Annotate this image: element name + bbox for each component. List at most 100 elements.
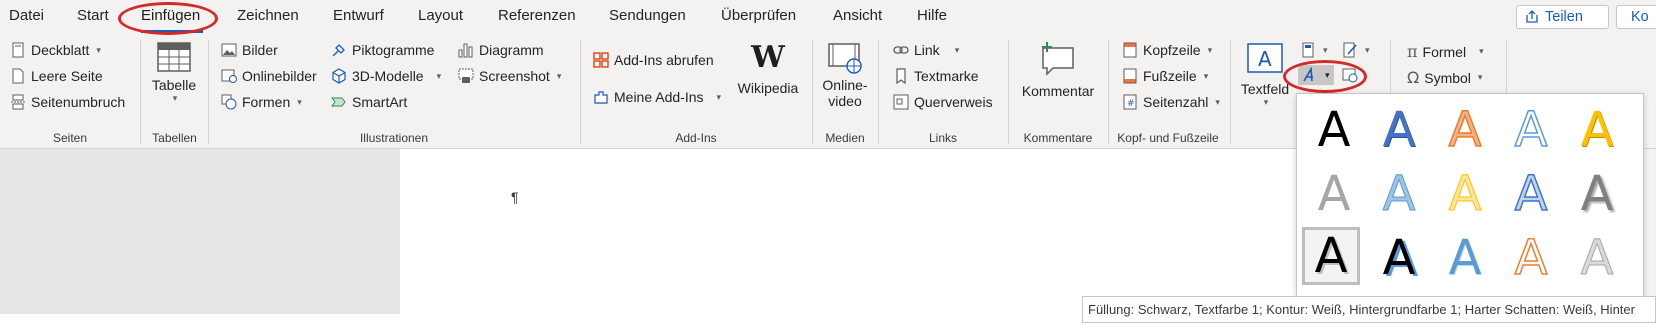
bookmark-button[interactable]: Textmarke [893,68,979,84]
tab-datei[interactable]: Datei [9,7,44,24]
smartart-button[interactable]: SmartArt [331,94,407,110]
group-separator [1008,40,1009,144]
cross-reference-button[interactable]: Querverweis [893,94,993,110]
group-label-links: Links [928,131,957,145]
cross-reference-icon [893,94,909,110]
equation-button[interactable]: π Formel ▾ [1407,42,1484,61]
tab-ueberpruefen[interactable]: Überprüfen [721,7,796,24]
tab-referenzen[interactable]: Referenzen [498,7,576,24]
online-video-button[interactable]: Online- video [816,42,874,109]
tab-hilfe[interactable]: Hilfe [917,7,947,24]
online-video-label-2: video [828,93,862,109]
tab-zeichnen[interactable]: Zeichnen [237,7,299,24]
get-addins-button[interactable]: Add-Ins abrufen [593,52,714,68]
chevron-down-icon: ▾ [954,44,960,55]
page-number-button[interactable]: # Seitenzahl ▾ [1122,94,1220,110]
wordart-style-8[interactable]: A [1436,165,1494,223]
wordart-style-7[interactable]: A [1370,165,1428,223]
footer-label: Fußzeile [1143,68,1197,84]
wordart-style-13[interactable]: A [1436,229,1494,287]
table-icon [157,42,191,72]
wordart-style-15[interactable]: A [1568,229,1626,287]
highlight-ellipse-wordart [1283,60,1367,93]
equation-label: Formel [1422,43,1467,60]
wordart-style-4[interactable]: A [1502,101,1560,159]
icons-button[interactable]: Piktogramme [331,42,434,58]
wordart-style-12[interactable]: A [1370,229,1428,287]
header-label: Kopfzeile [1143,42,1201,58]
cover-page-button[interactable]: Deckblatt ▾ [10,42,101,58]
link-icon [893,46,909,54]
group-label-kommentare: Kommentare [1023,131,1093,145]
3d-models-label: 3D-Modelle [352,68,424,84]
blank-page-label: Leere Seite [31,68,103,84]
online-picture-icon [221,69,237,83]
3d-models-button[interactable]: 3D-Modelle ▾ [331,68,441,84]
online-video-icon [828,43,862,74]
chart-label: Diagramm [479,42,544,58]
page-break-button[interactable]: Seitenumbruch [10,94,125,110]
chevron-down-icon: ▾ [1365,44,1370,55]
screenshot-button[interactable]: Screenshot ▾ [458,68,561,84]
highlight-ellipse-tab [118,2,218,35]
wordart-style-2[interactable]: A [1370,101,1428,159]
pictures-button[interactable]: Bilder [221,42,278,58]
blank-page-button[interactable]: Leere Seite [10,68,103,84]
page-number-label: Seitenzahl [1143,94,1209,110]
header-button[interactable]: Kopfzeile ▾ [1122,42,1212,58]
shapes-button[interactable]: Formen ▾ [221,94,302,110]
wordart-style-3[interactable]: A [1436,101,1494,159]
store-icon [593,52,609,68]
chevron-down-icon: ▾ [172,93,178,103]
link-button[interactable]: Link ▾ [893,42,959,58]
comments-button[interactable]: Ko [1616,5,1656,29]
group-label-kopf-fusszeile: Kopf- und Fußzeile [1117,131,1219,145]
wordart-style-11-selected[interactable]: A [1302,227,1360,285]
chart-button[interactable]: Diagramm [458,42,544,58]
wordart-style-6[interactable]: A [1305,165,1363,223]
table-button[interactable]: Tabelle ▾ [148,42,200,104]
tab-layout[interactable]: Layout [418,7,463,24]
comments-label: Ko [1631,9,1649,25]
wordart-tooltip: Füllung: Schwarz, Textfarbe 1; Kontur: W… [1082,296,1656,323]
share-button[interactable]: Teilen [1516,5,1609,29]
shapes-icon [221,94,237,110]
screenshot-label: Screenshot [479,68,550,84]
my-addins-label: Meine Add-Ins [614,89,704,105]
online-pictures-button[interactable]: Onlinebilder [221,68,317,84]
wordart-style-1[interactable]: A [1305,101,1363,159]
wordart-style-10[interactable]: A [1568,165,1626,223]
my-addins-button[interactable]: Meine Add-Ins ▾ [593,89,721,105]
symbol-label: Symbol [1424,69,1471,86]
document-page[interactable] [400,149,1300,314]
wikipedia-label: Wikipedia [737,80,799,96]
new-comment-icon [1042,42,1074,76]
pictogram-icon [332,44,345,57]
pictures-label: Bilder [242,42,278,58]
tab-sendungen[interactable]: Sendungen [609,7,686,24]
chevron-down-icon: ▾ [1323,44,1328,55]
quick-parts-button[interactable]: ▾ [1300,42,1328,58]
signature-line-button[interactable]: ▾ [1342,42,1370,58]
cross-reference-label: Querverweis [914,94,993,110]
wordart-style-14[interactable]: A [1502,229,1560,287]
footer-button[interactable]: Fußzeile ▾ [1122,68,1208,84]
tab-entwurf[interactable]: Entwurf [333,7,384,24]
group-label-illustrationen: Illustrationen [359,131,429,145]
pi-icon: π [1407,42,1418,61]
comment-button[interactable]: Kommentar [1014,40,1102,99]
wordart-style-9[interactable]: A [1502,165,1560,223]
group-label-medien: Medien [825,131,865,145]
wordart-style-5[interactable]: A [1568,101,1626,159]
header-icon [1123,42,1137,58]
chevron-down-icon: ▾ [96,44,101,55]
symbol-button[interactable]: Ω Symbol ▾ [1407,68,1482,87]
omega-icon: Ω [1407,68,1420,87]
cover-page-label: Deckblatt [31,42,90,58]
wikipedia-button[interactable]: W Wikipedia [735,40,801,96]
picture-icon [221,43,237,57]
svg-text:#: # [1127,99,1135,109]
page-number-icon: # [1123,94,1137,110]
tab-ansicht[interactable]: Ansicht [833,7,882,24]
tab-start[interactable]: Start [77,7,109,24]
